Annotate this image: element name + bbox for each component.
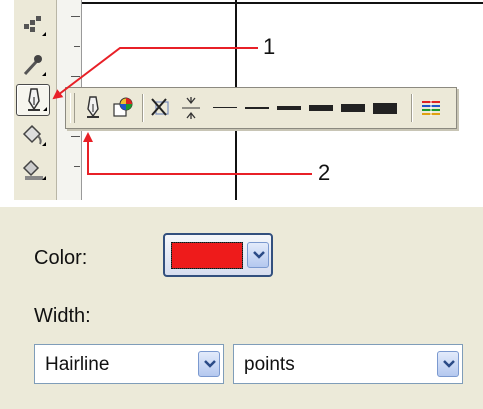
units-select-value: points [244,354,295,375]
color-wheel-icon [113,97,133,117]
width-select[interactable]: Hairline [34,344,224,384]
pen-nib-icon [87,96,99,118]
width-eight-point-button[interactable] [339,94,367,122]
pen-nib-icon [28,88,47,111]
color-dropdown-arrow[interactable] [247,242,269,268]
outline-pen-dialog: Color: Width: Hairline points [0,207,483,409]
color-docker-icon [422,100,440,116]
width-select-value: Hairline [45,354,110,375]
page-border-top [82,2,483,4]
callout-label-2: 2 [318,160,331,185]
width-dropdown-arrow[interactable] [198,351,220,377]
outline-flyout-toolbar [65,87,457,129]
no-outline-x-icon [151,98,169,116]
hairline-arrows-icon [182,97,200,119]
color-swatch [171,242,243,269]
units-select[interactable]: points [233,344,463,384]
no-outline-button[interactable] [148,94,174,122]
width-label: Width: [34,305,91,327]
fill-tool-button[interactable] [16,120,50,152]
interactive-fill-icon [22,159,46,180]
eyedropper-icon [23,55,46,76]
width-thin-button[interactable] [211,94,239,122]
hairline-outline-button[interactable] [178,94,204,122]
width-half-point-button[interactable] [243,94,271,122]
chevron-down-icon [443,360,455,368]
shape-tool-button[interactable] [16,12,50,44]
color-docker-button[interactable] [418,94,444,122]
chevron-down-icon [253,251,265,259]
interactive-fill-tool-button[interactable] [16,154,50,186]
outline-tool-button[interactable] [16,84,50,116]
corel-canvas-screenshot: 1 2 [0,0,483,200]
toolbox [14,0,57,200]
shape-edit-icon [24,16,46,36]
callout-label-1: 1 [263,34,276,59]
toolbar-grip[interactable] [70,93,75,123]
width-sixteen-point-button[interactable] [371,94,399,122]
outline-pen-dialog-button[interactable] [80,94,106,122]
eyedropper-tool-button[interactable] [16,50,50,82]
paint-bucket-icon [22,124,46,146]
chevron-down-icon [204,360,216,368]
units-dropdown-arrow[interactable] [437,351,459,377]
color-picker-button[interactable] [163,233,273,277]
color-label: Color: [34,247,88,269]
outline-color-dialog-button[interactable] [110,94,136,122]
width-one-point-button[interactable] [275,94,303,122]
width-two-point-button[interactable] [307,94,335,122]
